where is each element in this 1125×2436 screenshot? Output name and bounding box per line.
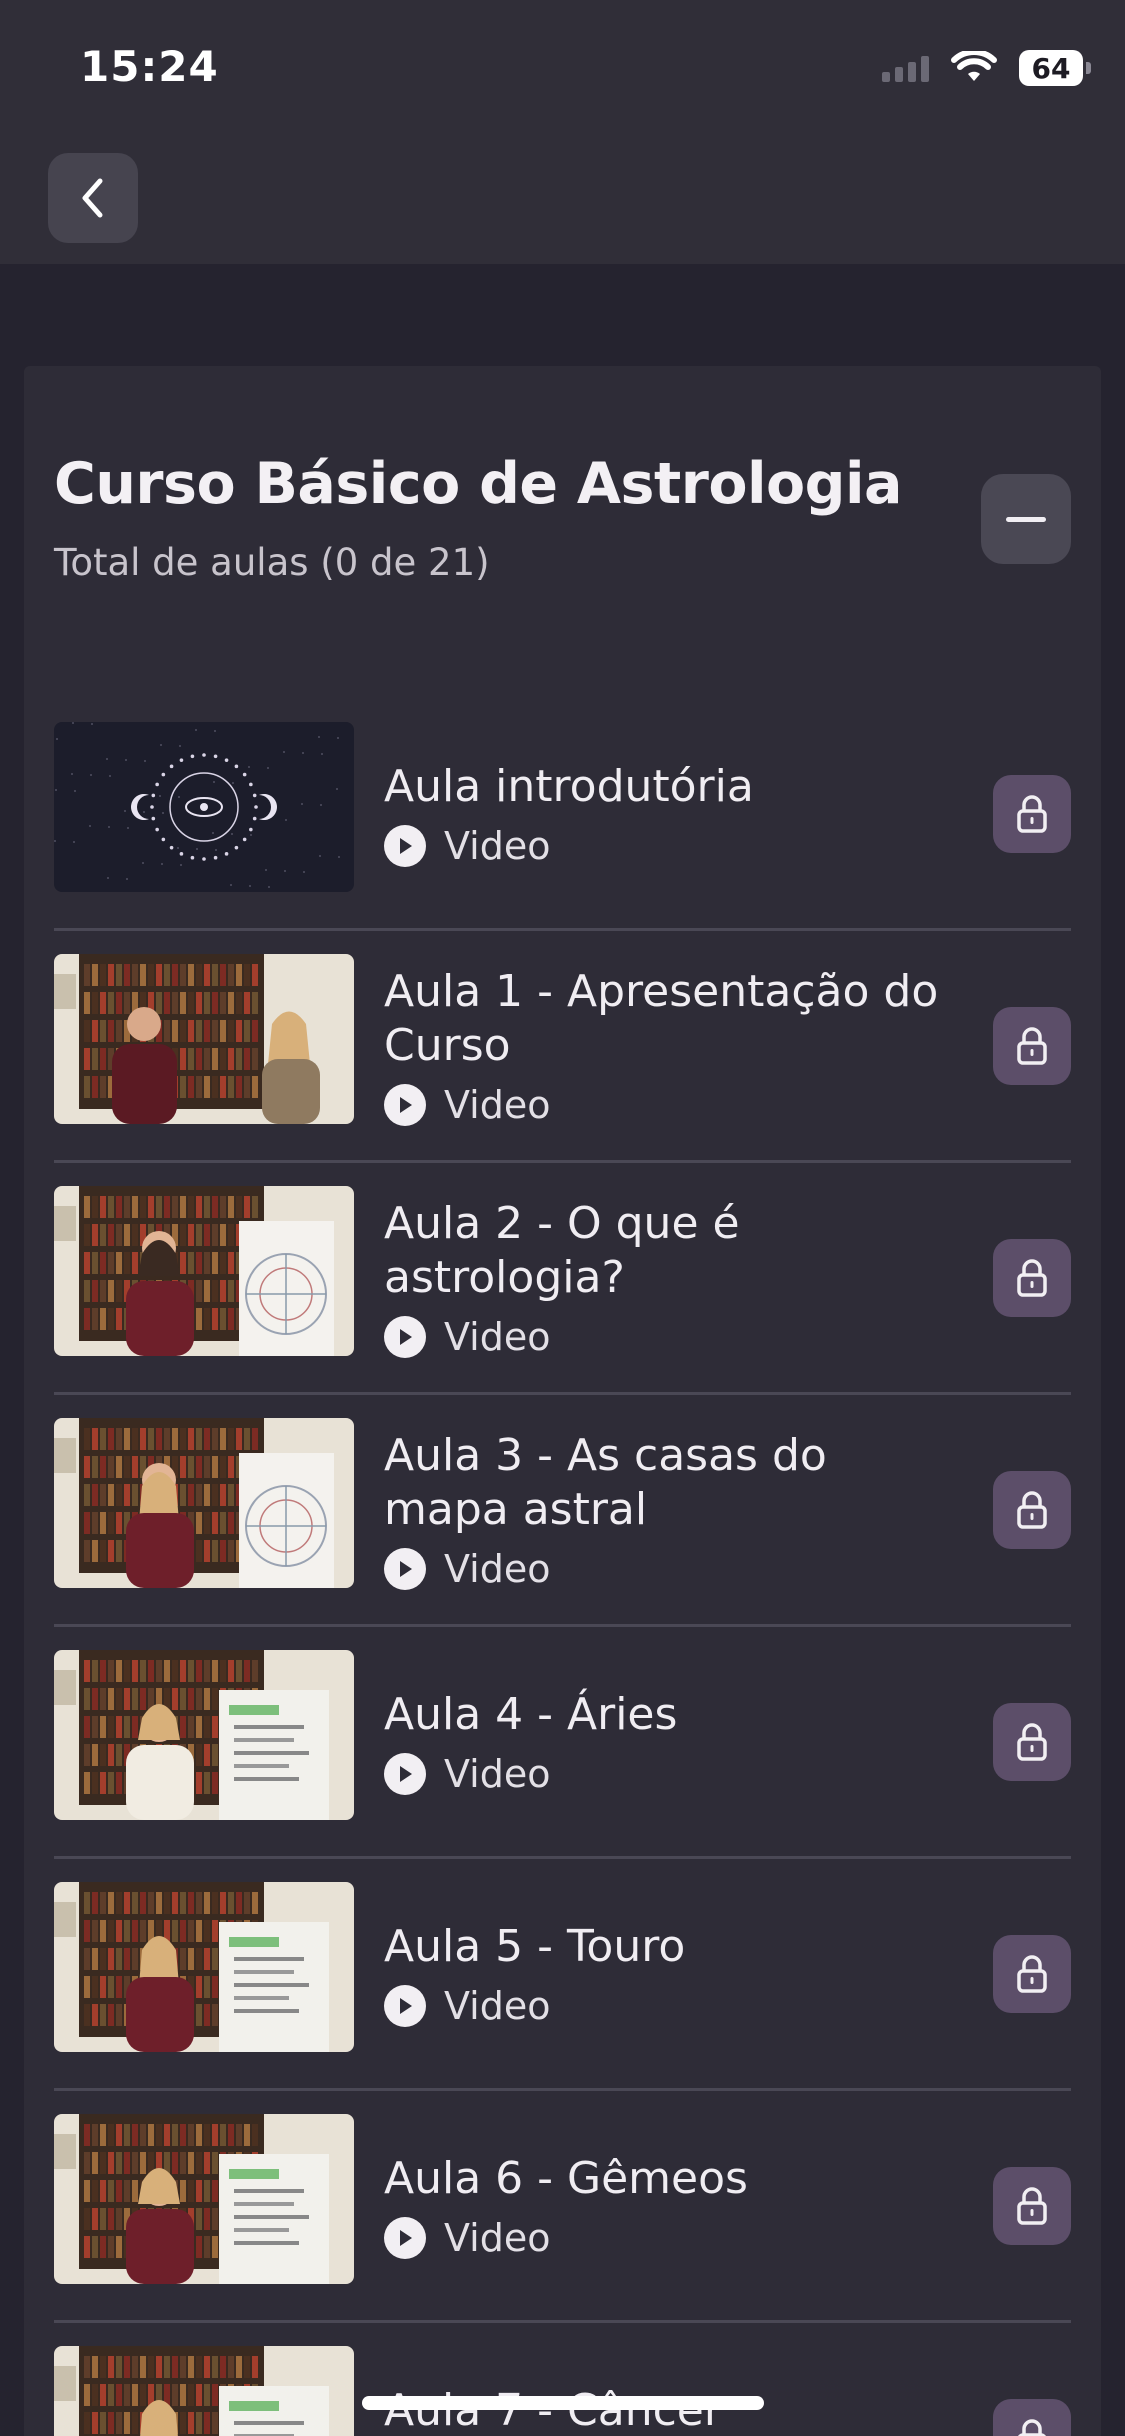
lesson-text: Aula 7 - Câncer Video xyxy=(384,2323,944,2436)
play-icon xyxy=(384,1984,426,2027)
play-icon xyxy=(384,1083,426,1126)
status-icons: 64 xyxy=(882,48,1091,88)
lesson-item[interactable]: Aula 1 - Apresentação do Curso Video xyxy=(54,931,1071,1163)
lesson-item[interactable]: Aula 7 - Câncer Video xyxy=(54,2323,1071,2436)
lesson-thumbnail xyxy=(54,722,354,892)
status-time: 15:24 xyxy=(80,42,219,91)
lock-icon xyxy=(1017,1258,1047,1297)
lesson-type: Video xyxy=(384,2216,944,2260)
lesson-thumbnail xyxy=(54,1882,354,2052)
lesson-type: Video xyxy=(384,1547,944,1591)
top-bar: 15:24 64 xyxy=(0,0,1125,264)
home-indicator[interactable] xyxy=(362,2396,764,2410)
lesson-item[interactable]: Aula 5 - Touro Video xyxy=(54,1859,1071,2091)
play-icon xyxy=(384,1315,426,1358)
lesson-type-label: Video xyxy=(444,1546,551,1591)
play-icon xyxy=(384,2216,426,2259)
back-button[interactable] xyxy=(48,153,138,243)
lock-icon xyxy=(1017,1026,1047,1065)
lesson-type-label: Video xyxy=(444,823,551,868)
lesson-item[interactable]: Aula introdutória Video xyxy=(54,699,1071,931)
lock-icon xyxy=(1017,1490,1047,1529)
lesson-text: Aula 5 - Touro Video xyxy=(384,1859,944,2088)
lesson-type: Video xyxy=(384,1083,944,1127)
play-icon xyxy=(384,824,426,867)
lesson-text: Aula 4 - Áries Video xyxy=(384,1627,944,1856)
lesson-title: Aula 3 - As casas do mapa astral xyxy=(384,1429,827,1535)
lesson-title: Aula 5 - Touro xyxy=(384,1920,686,1972)
lesson-text: Aula 1 - Apresentação do Curso Video xyxy=(384,931,944,1160)
battery-icon: 64 xyxy=(1019,50,1091,86)
lock-button[interactable] xyxy=(993,2166,1071,2245)
lesson-title: Aula 4 - Áries xyxy=(384,1688,678,1740)
lesson-title: Aula 6 - Gêmeos xyxy=(384,2152,748,2204)
lesson-text: Aula introdutória Video xyxy=(384,699,944,928)
lock-icon xyxy=(1017,794,1047,833)
play-icon xyxy=(384,1752,426,1795)
lock-button[interactable] xyxy=(993,774,1071,853)
lock-icon xyxy=(1017,2186,1047,2225)
lesson-item[interactable]: Aula 4 - Áries Video xyxy=(54,1627,1071,1859)
lesson-list: Aula introdutória Video Aula 1 - Apresen… xyxy=(54,699,1071,2436)
lesson-type-label: Video xyxy=(444,1314,551,1359)
lesson-type-label: Video xyxy=(444,2215,551,2260)
lock-icon xyxy=(1017,1722,1047,1761)
lesson-title: Aula introdutória xyxy=(384,760,754,812)
lesson-type: Video xyxy=(384,1752,944,1796)
lesson-text: Aula 2 - O que é astrologia? Video xyxy=(384,1163,944,1392)
lesson-title: Aula 2 - O que é astrologia? xyxy=(384,1197,740,1303)
lock-icon xyxy=(1017,2418,1047,2436)
lesson-thumbnail xyxy=(54,954,354,1124)
course-title: Curso Básico de Astrologia xyxy=(54,451,902,517)
lesson-thumbnail xyxy=(54,1418,354,1588)
lesson-text: Aula 3 - As casas do mapa astral Video xyxy=(384,1395,944,1624)
chevron-left-icon xyxy=(82,178,103,218)
lesson-item[interactable]: Aula 2 - O que é astrologia? Video xyxy=(54,1163,1071,1395)
lesson-type-label: Video xyxy=(444,1082,551,1127)
lesson-type: Video xyxy=(384,1315,944,1359)
course-progress: Total de aulas (0 de 21) xyxy=(54,541,490,584)
lock-button[interactable] xyxy=(993,1934,1071,2013)
lesson-type-label: Video xyxy=(444,1751,551,1796)
lesson-type: Video xyxy=(384,824,944,868)
lesson-type-label: Video xyxy=(444,1983,551,2028)
course-card: Curso Básico de Astrologia Total de aula… xyxy=(24,366,1101,2436)
lock-icon xyxy=(1017,1954,1047,1993)
app-screen: 15:24 64 Curso Básico de Astrologia Tota… xyxy=(0,0,1125,2436)
lock-button[interactable] xyxy=(993,1702,1071,1781)
lock-button[interactable] xyxy=(993,1470,1071,1549)
wifi-icon xyxy=(951,51,997,81)
lesson-thumbnail xyxy=(54,1650,354,1820)
lesson-type: Video xyxy=(384,1984,944,2028)
lesson-thumbnail xyxy=(54,2114,354,2284)
play-icon xyxy=(384,1547,426,1590)
lesson-thumbnail xyxy=(54,2346,354,2436)
collapse-button[interactable] xyxy=(981,474,1071,564)
lesson-text: Aula 6 - Gêmeos Video xyxy=(384,2091,944,2320)
lesson-thumbnail xyxy=(54,1186,354,1356)
lock-button[interactable] xyxy=(993,1238,1071,1317)
lock-button[interactable] xyxy=(993,2398,1071,2436)
lesson-item[interactable]: Aula 6 - Gêmeos Video xyxy=(54,2091,1071,2323)
minus-icon xyxy=(1006,516,1046,522)
cellular-signal-icon xyxy=(882,54,929,82)
lock-button[interactable] xyxy=(993,1006,1071,1085)
lesson-item[interactable]: Aula 3 - As casas do mapa astral Video xyxy=(54,1395,1071,1627)
lesson-title: Aula 1 - Apresentação do Curso xyxy=(384,965,939,1071)
